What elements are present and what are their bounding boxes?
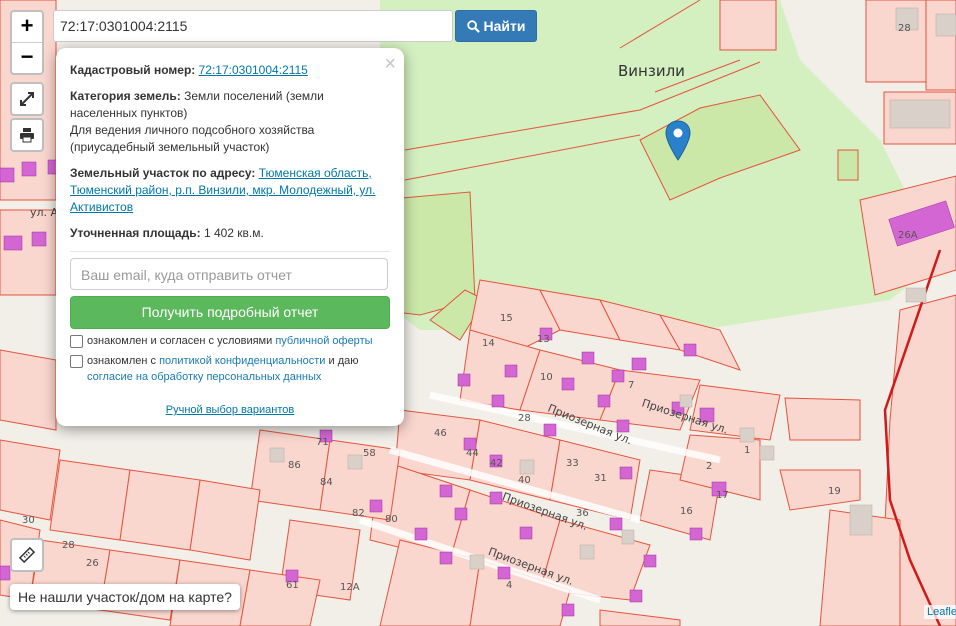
parcel-info-popup: × Кадастровый номер: 72:17:0301004:2115 …	[56, 48, 404, 426]
ruler-icon	[18, 546, 36, 564]
print-button[interactable]	[10, 118, 44, 152]
house-number: 80	[385, 514, 398, 525]
consent-privacy-text: ознакомлен с политикой конфиденциальност…	[87, 353, 390, 385]
address-row: Земельный участок по адресу: Тюменская о…	[70, 165, 390, 216]
house-number: 16	[680, 506, 693, 517]
area-value: 1 402 кв.м.	[203, 226, 264, 240]
map-place-name: Винзили	[618, 62, 685, 80]
house-number: 19	[828, 486, 841, 497]
category-label: Категория земель:	[70, 89, 181, 103]
house-number: 2	[706, 461, 713, 472]
consent-privacy-mid: и даю	[328, 355, 359, 367]
cadastral-label: Кадастровый номер:	[70, 63, 196, 77]
house-number: 58	[363, 448, 376, 459]
consent-offer-row: ознакомлен и согласен с условиями публич…	[70, 333, 390, 349]
house-number: 46	[434, 428, 447, 439]
house-number: 1	[744, 445, 751, 456]
house-number: 17	[716, 490, 729, 501]
personal-data-consent-link[interactable]: согласие на обработку персональных данны…	[87, 371, 321, 383]
cadastral-number-link[interactable]: 72:17:0301004:2115	[199, 63, 308, 77]
fullscreen-button[interactable]	[10, 82, 44, 116]
leaflet-attribution-link[interactable]: Leaflet	[924, 605, 956, 619]
search-button[interactable]: Найти	[455, 10, 537, 42]
house-number: 86	[288, 460, 301, 471]
house-number: 10	[540, 372, 553, 383]
house-number: 14	[482, 338, 495, 349]
zoom-in-button[interactable]: +	[12, 12, 42, 42]
consent-offer-label: ознакомлен и согласен с условиями	[87, 335, 273, 347]
house-number: 36	[576, 508, 589, 519]
print-icon	[20, 128, 34, 143]
house-number: 40	[518, 475, 531, 486]
consent-privacy-row: ознакомлен с политикой конфиденциальност…	[70, 353, 390, 385]
area-row: Уточненная площадь: 1 402 кв.м.	[70, 225, 390, 242]
consent-offer-checkbox[interactable]	[70, 335, 83, 348]
consent-privacy-checkbox[interactable]	[70, 355, 83, 368]
house-number: 33	[566, 458, 579, 469]
house-number: 28	[518, 413, 531, 424]
house-number: 71	[316, 437, 329, 448]
house-number: 30	[22, 515, 35, 526]
manual-select-link[interactable]: Ручной выбор вариантов	[166, 404, 294, 416]
consent-offer-text: ознакомлен и согласен с условиями публич…	[87, 333, 373, 349]
house-number: 15	[500, 313, 513, 324]
close-icon[interactable]: ×	[384, 54, 396, 74]
house-number: 26	[86, 558, 99, 569]
house-number: 28	[898, 23, 911, 34]
house-number: 13	[537, 334, 550, 345]
search-icon	[466, 19, 480, 33]
get-report-button[interactable]: Получить подробный отчет	[70, 296, 390, 329]
location-marker-icon[interactable]	[665, 120, 691, 161]
house-number: 12А	[340, 582, 360, 593]
divider	[70, 251, 390, 252]
zoom-out-button[interactable]: −	[12, 42, 42, 73]
house-number: 42	[490, 458, 503, 469]
house-number: 82	[352, 508, 365, 519]
house-number: 28	[62, 540, 75, 551]
house-number: 44	[466, 448, 479, 459]
house-number: 4	[506, 580, 513, 591]
house-number: 84	[320, 477, 333, 488]
fullscreen-icon	[20, 92, 34, 106]
measure-button[interactable]	[10, 538, 44, 572]
zoom-control: + −	[10, 10, 44, 75]
category-row: Категория земель: Земли поселений (земли…	[70, 88, 390, 156]
usage-value: Для ведения личного подсобного хозяйства…	[70, 123, 315, 154]
address-label: Земельный участок по адресу:	[70, 166, 256, 180]
privacy-policy-link[interactable]: политикой конфиденциальности	[159, 355, 325, 367]
house-number: 61	[286, 580, 299, 591]
consent-privacy-label: ознакомлен с	[87, 355, 157, 367]
search-button-label: Найти	[483, 18, 526, 34]
manual-select-row: Ручной выбор вариантов	[56, 402, 404, 419]
not-found-button[interactable]: Не нашли участок/дом на карте?	[10, 584, 240, 610]
house-number: 26А	[898, 230, 918, 241]
search-input[interactable]: 72:17:0301004:2115	[53, 10, 453, 42]
area-label: Уточненная площадь:	[70, 226, 201, 240]
house-number: 7	[628, 380, 635, 391]
house-number: 31	[594, 473, 607, 484]
cadastral-number-row: Кадастровый номер: 72:17:0301004:2115	[70, 62, 390, 79]
email-field[interactable]: Ваш email, куда отправить отчет	[70, 258, 388, 290]
public-offer-link[interactable]: публичной оферты	[275, 335, 372, 347]
